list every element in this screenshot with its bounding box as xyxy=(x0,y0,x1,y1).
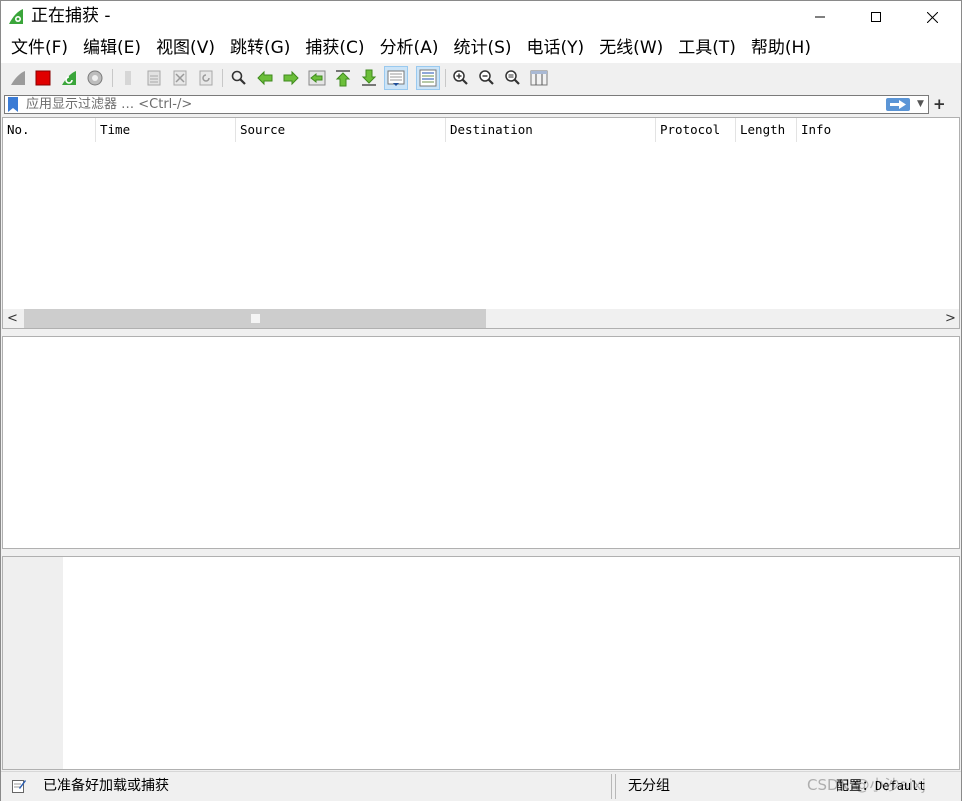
close-icon xyxy=(926,11,938,23)
save-file-button[interactable] xyxy=(143,67,165,89)
display-filter-input[interactable]: 应用显示过滤器 … <Ctrl-/> ▼ xyxy=(4,95,929,114)
scrollbar-grip xyxy=(251,314,260,323)
column-header-time[interactable]: Time xyxy=(95,118,235,142)
go-last-icon xyxy=(361,69,377,86)
wireshark-logo-icon xyxy=(9,9,23,24)
menu-bar: 文件(F) 编辑(E) 视图(V) 跳转(G) 捕获(C) 分析(A) 统计(S… xyxy=(1,33,961,63)
colorize-icon xyxy=(419,69,437,87)
reload-file-icon xyxy=(199,70,213,86)
minimize-icon xyxy=(815,16,825,18)
menu-analyze[interactable]: 分析(A) xyxy=(374,33,445,63)
menu-view[interactable]: 视图(V) xyxy=(150,33,221,63)
display-filter-bar: 应用显示过滤器 … <Ctrl-/> ▼ + xyxy=(1,93,961,116)
title-bar[interactable]: 正在捕获 - xyxy=(1,1,961,33)
add-filter-button[interactable]: + xyxy=(933,94,946,114)
colorize-button[interactable] xyxy=(416,66,440,90)
start-capture-icon xyxy=(11,71,25,85)
profile-label: 配置： xyxy=(836,779,876,794)
bookmark-icon[interactable] xyxy=(7,97,19,112)
resize-columns-button[interactable] xyxy=(528,67,550,89)
menu-capture[interactable]: 捕获(C) xyxy=(299,33,370,63)
zoom-in-button[interactable] xyxy=(450,67,472,89)
edit-comment-icon[interactable] xyxy=(12,778,26,793)
menu-statistics[interactable]: 统计(S) xyxy=(447,33,517,63)
resize-columns-icon xyxy=(530,70,548,86)
go-forward-button[interactable] xyxy=(280,67,302,89)
column-header-no[interactable]: No. xyxy=(3,118,95,142)
profile-status[interactable]: 配置：Default xyxy=(836,772,926,801)
menu-file[interactable]: 文件(F) xyxy=(5,33,74,63)
autoscroll-button[interactable] xyxy=(384,66,408,90)
go-first-icon xyxy=(335,70,351,87)
main-toolbar xyxy=(1,63,961,93)
zoom-normal-button[interactable] xyxy=(502,67,524,89)
reload-file-button[interactable] xyxy=(195,67,217,89)
horizontal-scrollbar[interactable]: < > xyxy=(3,309,959,328)
column-header-protocol[interactable]: Protocol xyxy=(655,118,735,142)
go-forward-icon xyxy=(283,70,299,86)
go-to-packet-icon xyxy=(308,70,326,86)
capture-options-button[interactable] xyxy=(84,67,106,89)
window-title: 正在捕获 - xyxy=(31,6,111,26)
go-back-icon xyxy=(257,70,273,86)
close-button[interactable] xyxy=(909,1,955,33)
column-header-destination[interactable]: Destination xyxy=(445,118,655,142)
restart-capture-icon xyxy=(62,71,76,85)
menu-tools[interactable]: 工具(T) xyxy=(672,33,742,63)
menu-go[interactable]: 跳转(G) xyxy=(224,33,296,63)
scroll-right-arrow-icon[interactable]: > xyxy=(945,309,956,328)
status-message: 已准备好加载或捕获 xyxy=(43,778,169,794)
packet-bytes-pane[interactable] xyxy=(2,556,960,770)
open-file-button[interactable] xyxy=(117,67,139,89)
status-bar: 已准备好加载或捕获 无分组 CSDN @小沙aixj 配置：Default xyxy=(1,771,961,801)
stop-capture-icon xyxy=(35,70,51,86)
filter-placeholder: 应用显示过滤器 … <Ctrl-/> xyxy=(26,97,193,112)
zoom-in-icon xyxy=(453,70,468,85)
minimize-button[interactable] xyxy=(797,1,843,33)
find-packet-icon xyxy=(231,70,246,85)
menu-help[interactable]: 帮助(H) xyxy=(745,33,817,63)
start-capture-button[interactable] xyxy=(7,67,29,89)
close-file-icon xyxy=(173,70,187,86)
menu-edit[interactable]: 编辑(E) xyxy=(77,33,147,63)
column-header-info[interactable]: Info xyxy=(796,118,959,142)
zoom-normal-icon xyxy=(505,70,520,85)
profile-value: Default xyxy=(875,779,926,793)
column-header-length[interactable]: Length xyxy=(735,118,796,142)
zoom-out-button[interactable] xyxy=(476,67,498,89)
stop-capture-button[interactable] xyxy=(32,67,54,89)
status-splitter[interactable] xyxy=(611,774,616,799)
maximize-icon xyxy=(871,12,881,22)
open-file-icon xyxy=(125,71,131,85)
packet-count-status: 无分组 xyxy=(628,778,670,794)
maximize-button[interactable] xyxy=(853,1,899,33)
close-file-button[interactable] xyxy=(169,67,191,89)
filter-history-dropdown-icon[interactable]: ▼ xyxy=(917,96,924,113)
scroll-left-arrow-icon[interactable]: < xyxy=(7,309,18,328)
autoscroll-icon xyxy=(387,70,405,86)
go-to-packet-button[interactable] xyxy=(306,67,328,89)
menu-wireless[interactable]: 无线(W) xyxy=(593,33,669,63)
restart-capture-button[interactable] xyxy=(58,67,80,89)
go-first-button[interactable] xyxy=(332,67,354,89)
scrollbar-thumb[interactable] xyxy=(24,309,486,328)
save-file-icon xyxy=(147,70,161,86)
apply-filter-arrow-icon[interactable] xyxy=(886,98,910,111)
packet-details-pane[interactable] xyxy=(2,336,960,549)
capture-options-icon xyxy=(87,70,103,86)
go-back-button[interactable] xyxy=(254,67,276,89)
menu-telephony[interactable]: 电话(Y) xyxy=(521,33,591,63)
find-packet-button[interactable] xyxy=(228,67,250,89)
packet-list-pane[interactable]: No. Time Source Destination Protocol Len… xyxy=(2,117,960,329)
zoom-out-icon xyxy=(479,70,494,85)
go-last-button[interactable] xyxy=(358,67,380,89)
column-header-source[interactable]: Source xyxy=(235,118,445,142)
bytes-offset-gutter xyxy=(3,557,63,769)
wireshark-window: 正在捕获 - 文件(F) 编辑(E) 视图(V) 跳转(G) 捕获(C) 分析(… xyxy=(0,0,962,801)
